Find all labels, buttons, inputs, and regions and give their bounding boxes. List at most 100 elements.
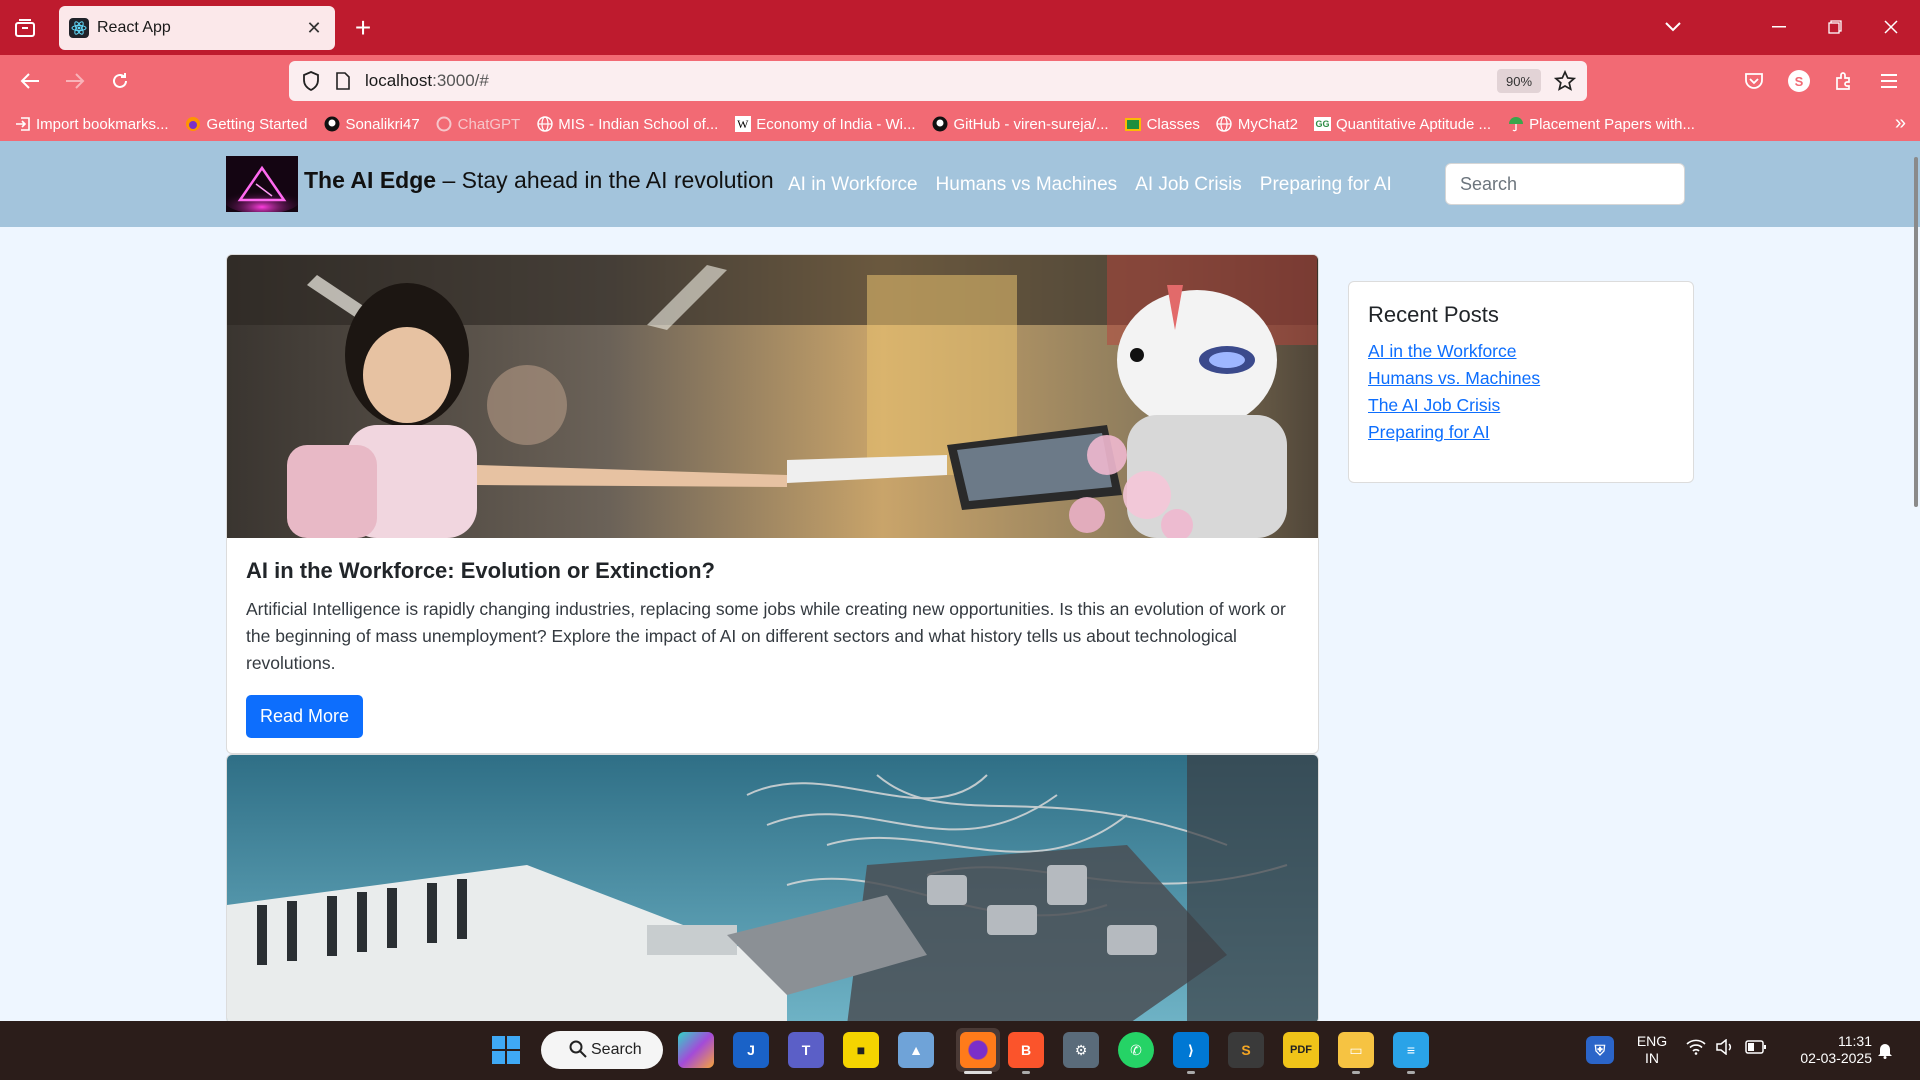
bookmark-label: Placement Papers with... bbox=[1529, 115, 1695, 133]
recent-post-link-humans-machines[interactable]: Humans vs. Machines bbox=[1368, 365, 1674, 392]
notification-bell-icon[interactable] bbox=[1876, 1041, 1894, 1063]
close-tab-icon[interactable]: ✕ bbox=[303, 18, 325, 39]
brand-title: The AI Edge – Stay ahead in the AI revol… bbox=[304, 167, 774, 194]
bookmark-mis[interactable]: MIS - Indian School of... bbox=[536, 116, 718, 133]
site-header: The AI Edge – Stay ahead in the AI revol… bbox=[0, 141, 1920, 227]
bookmark-label: Getting Started bbox=[206, 115, 308, 133]
taskbar-search-button[interactable]: Search bbox=[541, 1031, 663, 1069]
running-indicator bbox=[1407, 1071, 1415, 1074]
bookmark-label: MIS - Indian School of... bbox=[558, 115, 719, 133]
sidebar-title: Recent Posts bbox=[1368, 302, 1499, 327]
running-indicator bbox=[1187, 1071, 1195, 1074]
windows-taskbar: Search J T ■ ▲ B ⚙ ✆ ⟩ S PDF ▭ ≡ ⛨ ENG I… bbox=[0, 1021, 1920, 1080]
search-input[interactable] bbox=[1445, 163, 1685, 205]
bookmarks-overflow-icon[interactable]: » bbox=[1895, 112, 1906, 135]
nav-link-ai-in-workforce[interactable]: AI in Workforce bbox=[788, 174, 918, 196]
github-icon bbox=[323, 116, 340, 133]
wikipedia-icon: W bbox=[734, 116, 751, 133]
copilot-icon[interactable] bbox=[678, 1032, 714, 1068]
bookmark-label: MyChat2 bbox=[1237, 115, 1298, 133]
recent-post-link-ai-workforce[interactable]: AI in the Workforce bbox=[1368, 338, 1674, 365]
sublime-icon[interactable]: S bbox=[1228, 1032, 1264, 1068]
clock[interactable]: 11:31 02-03-2025 bbox=[1782, 1033, 1872, 1067]
restore-icon[interactable] bbox=[1812, 8, 1858, 46]
tab-react-app[interactable]: React App ✕ bbox=[59, 6, 335, 50]
teams-icon[interactable]: T bbox=[788, 1032, 824, 1068]
bookmark-mychat2[interactable]: MyChat2 bbox=[1216, 116, 1298, 133]
wifi-icon[interactable] bbox=[1686, 1039, 1706, 1059]
post-title: AI in the Workforce: Evolution or Extinc… bbox=[246, 558, 715, 583]
language-region: IN bbox=[1645, 1050, 1659, 1066]
bookmark-sonalikri47[interactable]: Sonalikri47 bbox=[323, 115, 420, 133]
language-indicator[interactable]: ENG IN bbox=[1630, 1033, 1674, 1067]
photos-icon[interactable]: ▲ bbox=[898, 1032, 934, 1068]
shield-icon[interactable] bbox=[299, 69, 323, 93]
page-scrollbar[interactable] bbox=[1912, 141, 1920, 1021]
scrollbar-thumb[interactable] bbox=[1914, 157, 1918, 507]
notepad-icon[interactable]: ≡ bbox=[1393, 1032, 1429, 1068]
site-logo[interactable] bbox=[226, 156, 298, 212]
file-explorer-icon[interactable]: ▭ bbox=[1338, 1032, 1374, 1068]
nav-link-humans-vs-machines[interactable]: Humans vs Machines bbox=[936, 174, 1118, 196]
chatgpt-icon bbox=[436, 116, 453, 133]
page-icon[interactable] bbox=[331, 69, 355, 93]
brave-icon[interactable]: B bbox=[1008, 1032, 1044, 1068]
tab-list-icon[interactable] bbox=[8, 12, 42, 44]
close-window-icon[interactable] bbox=[1868, 8, 1914, 46]
tab-title: React App bbox=[97, 19, 171, 36]
battery-icon[interactable] bbox=[1745, 1040, 1767, 1058]
clock-time: 11:31 bbox=[1838, 1033, 1872, 1049]
geeks-icon: GG bbox=[1313, 117, 1331, 131]
vscode-icon[interactable]: ⟩ bbox=[1173, 1032, 1209, 1068]
firefox-taskbar-icon[interactable] bbox=[960, 1032, 996, 1068]
new-tab-button[interactable]: + bbox=[348, 10, 378, 46]
bookmark-label: Quantitative Aptitude ... bbox=[1335, 115, 1492, 133]
bookmark-import[interactable]: Import bookmarks... bbox=[14, 116, 169, 133]
whatsapp-icon[interactable]: ✆ bbox=[1118, 1032, 1154, 1068]
windows-start-icon[interactable] bbox=[488, 1032, 524, 1068]
reload-icon[interactable] bbox=[102, 63, 138, 99]
post-excerpt: Artificial Intelligence is rapidly chang… bbox=[246, 599, 1286, 673]
nav-link-preparing-for-ai[interactable]: Preparing for AI bbox=[1260, 174, 1392, 196]
running-indicator bbox=[1022, 1071, 1030, 1074]
forward-arrow-icon[interactable] bbox=[57, 63, 93, 99]
bookmark-label: Import bookmarks... bbox=[36, 115, 169, 133]
recent-post-link-ai-job-crisis[interactable]: The AI Job Crisis bbox=[1368, 392, 1674, 419]
settings-gear-icon[interactable]: ⚙ bbox=[1063, 1032, 1099, 1068]
read-more-button[interactable]: Read More bbox=[246, 695, 364, 738]
recent-post-link-preparing-for-ai[interactable]: Preparing for AI bbox=[1368, 419, 1674, 446]
pdf-reader-icon[interactable]: PDF bbox=[1283, 1032, 1319, 1068]
post-card: AI in the Workforce: Evolution or Extinc… bbox=[226, 254, 1319, 754]
bookmark-label: GitHub - viren-sureja/... bbox=[953, 115, 1109, 133]
security-shield-icon[interactable]: ⛨ bbox=[1586, 1036, 1614, 1064]
bookmark-classes[interactable]: Classes bbox=[1125, 116, 1200, 133]
bookmark-getting-started[interactable]: Getting Started bbox=[185, 115, 308, 133]
bookmark-label: Sonalikri47 bbox=[345, 115, 420, 133]
bookmark-economy-of-india[interactable]: W Economy of India - Wi... bbox=[734, 116, 916, 133]
taskbar-search-label: Search bbox=[591, 1041, 642, 1058]
brand-tagline: – Stay ahead in the AI revolution bbox=[436, 167, 774, 193]
bookmark-chatgpt[interactable]: ChatGPT bbox=[436, 116, 520, 133]
address-bar[interactable]: localhost:3000/# 90% bbox=[289, 61, 1587, 101]
bookmark-star-icon[interactable] bbox=[1553, 69, 1577, 93]
bookmarks-bar: Import bookmarks... Getting Started Sona… bbox=[0, 107, 1920, 141]
nav-link-ai-job-crisis[interactable]: AI Job Crisis bbox=[1135, 174, 1242, 196]
account-avatar-icon[interactable]: S bbox=[1781, 63, 1817, 99]
bookmark-github-viren[interactable]: GitHub - viren-sureja/... bbox=[932, 116, 1109, 133]
react-icon bbox=[69, 18, 89, 38]
hamburger-menu-icon[interactable] bbox=[1871, 63, 1907, 99]
back-arrow-icon[interactable] bbox=[12, 63, 48, 99]
volume-icon[interactable] bbox=[1715, 1038, 1735, 1059]
zoom-level-badge[interactable]: 90% bbox=[1497, 69, 1541, 93]
bookmark-placement-papers[interactable]: Placement Papers with... bbox=[1507, 116, 1695, 133]
clock-date: 02-03-2025 bbox=[1800, 1050, 1872, 1066]
minimize-icon[interactable] bbox=[1756, 8, 1802, 46]
post-body: AI in the Workforce: Evolution or Extinc… bbox=[227, 538, 1318, 753]
extensions-puzzle-icon[interactable] bbox=[1826, 63, 1862, 99]
jio-icon[interactable]: J bbox=[733, 1032, 769, 1068]
tab-overflow-chevron-icon[interactable] bbox=[1650, 8, 1696, 46]
bookmark-quantitative-aptitude[interactable]: GG Quantitative Aptitude ... bbox=[1313, 115, 1492, 133]
pocket-icon[interactable] bbox=[1736, 63, 1772, 99]
umbrella-icon bbox=[1507, 116, 1524, 133]
sticky-notes-icon[interactable]: ■ bbox=[843, 1032, 879, 1068]
